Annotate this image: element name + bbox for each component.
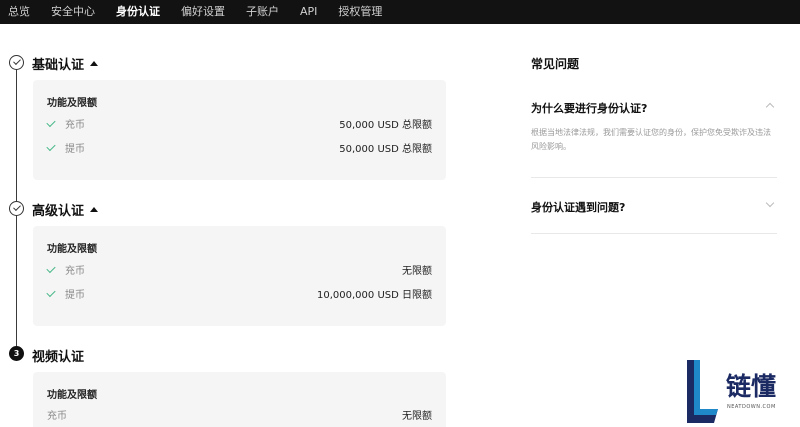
caret-up-icon[interactable] [90, 61, 99, 66]
check-icon [9, 201, 24, 216]
faq-divider [531, 177, 777, 178]
limit-row: 充币 50,000 USD 总限额 [46, 115, 432, 131]
limit-label: 充币 [65, 265, 85, 277]
limit-label: 提币 [65, 143, 85, 155]
limit-row: 提币 50,000 USD 总限额 [46, 139, 432, 155]
faq-item-why-verify[interactable]: 为什么要进行身份认证? 根据当地法律法规，我们需要认证您的身份，保护您免受欺诈及… [531, 100, 777, 151]
faq-question[interactable]: 身份认证遇到问题? [531, 199, 777, 215]
limits-card-advanced: 功能及限额 充币 无限额 提币 10,000,000 USD 日限额 [33, 226, 446, 326]
limits-card-basic: 功能及限额 充币 50,000 USD 总限额 提币 50,000 USD 总限… [33, 80, 446, 180]
nav-item-subaccount[interactable]: 子账户 [246, 0, 279, 24]
faq-item-problems[interactable]: 身份认证遇到问题? [531, 198, 777, 215]
step-title-advanced: 高级认证 [32, 200, 99, 219]
watermark-brand: 链懂 [726, 372, 777, 401]
caret-up-icon[interactable] [90, 207, 99, 212]
limit-row: 充币 无限额 [47, 406, 432, 422]
limit-value: 无限额 [402, 410, 432, 422]
nav-item-preferences[interactable]: 偏好设置 [181, 0, 225, 24]
nav-item-overview[interactable]: 总览 [8, 0, 30, 24]
card-title: 功能及限额 [47, 390, 97, 401]
limit-value: 无限额 [402, 265, 432, 277]
nav-item-authorization[interactable]: 授权管理 [338, 0, 382, 24]
card-title: 功能及限额 [47, 98, 97, 109]
watermark-domain: NEATDOWN.COM [727, 404, 776, 410]
limit-row: 提币 10,000,000 USD 日限额 [46, 285, 432, 301]
check-icon [46, 287, 56, 297]
top-nav: 总览 安全中心 身份认证 偏好设置 子账户 API 授权管理 [0, 0, 800, 24]
limit-label: 充币 [47, 410, 67, 422]
check-icon [46, 117, 56, 127]
faq-answer: 根据当地法律法规，我们需要认证您的身份，保护您免受欺诈及违法风险影响。 [531, 128, 771, 151]
step-title-video: 视频认证 [32, 350, 85, 365]
check-icon [46, 141, 56, 151]
limit-label: 充币 [65, 119, 85, 131]
limits-card-video: 功能及限额 充币 无限额 [33, 372, 446, 427]
step-title-basic: 基础认证 [32, 54, 99, 73]
limit-value: 10,000,000 USD 日限额 [317, 289, 432, 301]
faq-divider [531, 233, 777, 234]
step-number-badge: 3 [9, 346, 24, 361]
faq-question[interactable]: 为什么要进行身份认证? [531, 100, 777, 116]
check-icon [46, 263, 56, 273]
limit-row: 充币 无限额 [46, 261, 432, 277]
logo-l-icon [687, 360, 718, 423]
limit-label: 提币 [65, 289, 85, 301]
check-icon [9, 55, 24, 70]
nav-item-security[interactable]: 安全中心 [51, 0, 95, 24]
faq-title: 常见问题 [531, 57, 580, 71]
nav-item-identity[interactable]: 身份认证 [116, 0, 160, 24]
limit-value: 50,000 USD 总限额 [339, 119, 432, 131]
nav-item-api[interactable]: API [300, 0, 317, 24]
card-title: 功能及限额 [47, 244, 97, 255]
limit-value: 50,000 USD 总限额 [339, 143, 432, 155]
watermark-logo: 链懂 NEATDOWN.COM [684, 357, 800, 427]
